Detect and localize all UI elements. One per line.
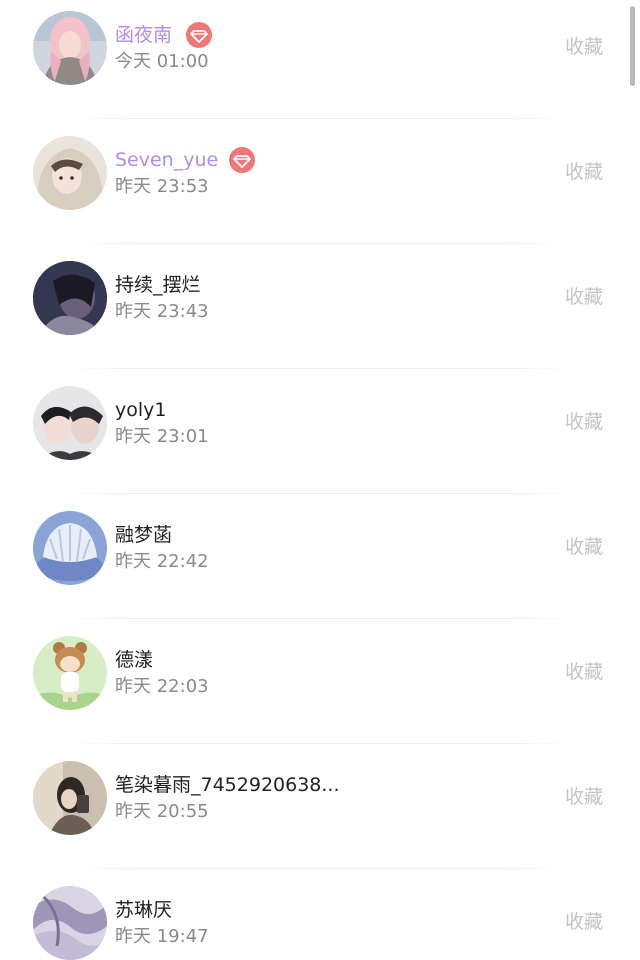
user-name: yoly1 xyxy=(115,399,167,421)
scrollbar[interactable] xyxy=(630,6,635,86)
avatar[interactable] xyxy=(33,636,107,710)
list-item[interactable]: 持续_摆烂 昨天 23:43 收藏 xyxy=(0,250,640,375)
avatar[interactable] xyxy=(33,511,107,585)
user-name: 德漾 xyxy=(115,649,154,671)
favorite-button[interactable]: 收藏 xyxy=(565,785,603,809)
list-item[interactable]: Seven_yue 昨天 23:53 收藏 xyxy=(0,125,640,250)
avatar[interactable] xyxy=(33,261,107,335)
avatar[interactable] xyxy=(33,136,107,210)
timestamp: 昨天 23:43 xyxy=(115,301,209,322)
user-name: 笔染暮雨_7452920638... xyxy=(115,774,340,796)
timestamp: 昨天 19:47 xyxy=(115,926,209,947)
divider xyxy=(68,618,572,619)
list-item[interactable]: 融梦菡 昨天 22:42 收藏 xyxy=(0,500,640,625)
divider xyxy=(68,868,572,869)
diamond-icon xyxy=(186,22,212,48)
divider xyxy=(68,493,572,494)
favorite-button[interactable]: 收藏 xyxy=(565,910,603,934)
timestamp: 昨天 23:53 xyxy=(115,176,209,197)
list-item[interactable]: 函夜南 今天 01:00 收藏 xyxy=(0,0,640,125)
user-name: Seven_yue xyxy=(115,149,219,171)
user-name: 函夜南 xyxy=(115,24,173,46)
timestamp: 昨天 20:55 xyxy=(115,801,209,822)
user-name: 持续_摆烂 xyxy=(115,274,201,296)
list-item[interactable]: 笔染暮雨_7452920638... 昨天 20:55 收藏 xyxy=(0,750,640,875)
divider xyxy=(68,243,572,244)
list-item[interactable]: 德漾 昨天 22:03 收藏 xyxy=(0,625,640,750)
favorite-button[interactable]: 收藏 xyxy=(565,660,603,684)
avatar[interactable] xyxy=(33,11,107,85)
timestamp: 昨天 22:42 xyxy=(115,551,209,572)
timestamp: 昨天 22:03 xyxy=(115,676,209,697)
favorite-button[interactable]: 收藏 xyxy=(565,35,603,59)
list-item[interactable]: 苏琳厌 昨天 19:47 收藏 xyxy=(0,875,640,960)
favorite-button[interactable]: 收藏 xyxy=(565,160,603,184)
avatar[interactable] xyxy=(33,386,107,460)
timestamp: 昨天 23:01 xyxy=(115,426,209,447)
user-name: 融梦菡 xyxy=(115,524,173,546)
divider xyxy=(68,118,572,119)
favorite-button[interactable]: 收藏 xyxy=(565,535,603,559)
diamond-icon xyxy=(229,147,255,173)
favorite-button[interactable]: 收藏 xyxy=(565,285,603,309)
avatar[interactable] xyxy=(33,886,107,960)
avatar[interactable] xyxy=(33,761,107,835)
list-item[interactable]: yoly1 昨天 23:01 收藏 xyxy=(0,375,640,500)
favorites-user-list: 函夜南 今天 01:00 收藏 Seven_yue 昨天 23:53 收藏 持续… xyxy=(0,0,640,960)
user-name: 苏琳厌 xyxy=(115,899,173,921)
timestamp: 今天 01:00 xyxy=(115,51,209,72)
favorite-button[interactable]: 收藏 xyxy=(565,410,603,434)
divider xyxy=(68,368,572,369)
divider xyxy=(68,743,572,744)
